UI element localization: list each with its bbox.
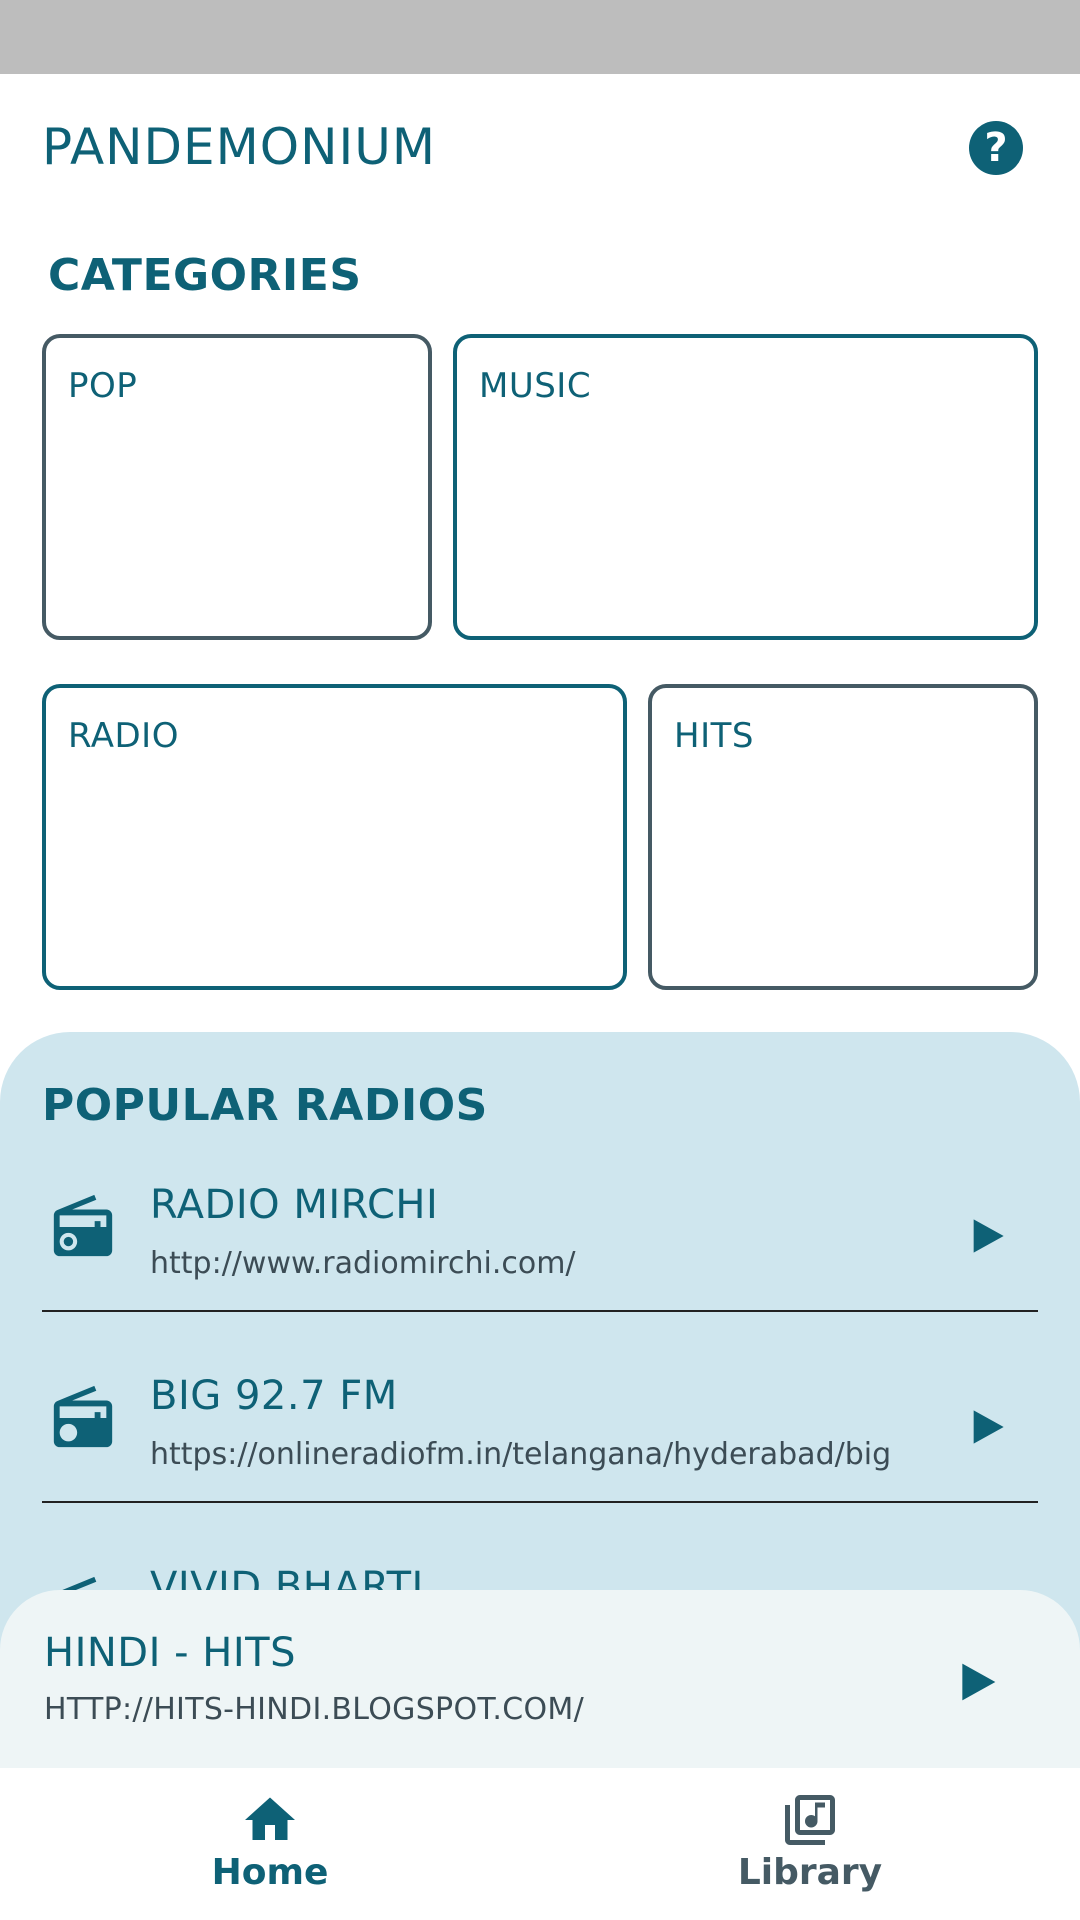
library-music-icon xyxy=(785,1795,835,1845)
radio-icon xyxy=(53,1194,113,1257)
nav-home[interactable]: Home xyxy=(120,1768,420,1920)
radio-url: http://www.radiomirchi.com/ xyxy=(150,1246,576,1281)
categories-heading: CATEGORIES xyxy=(48,250,362,301)
radio-list-item[interactable]: BIG 92.7 FM https://onlineradiofm.in/tel… xyxy=(42,1357,1038,1547)
radio-icon xyxy=(53,1385,113,1448)
bottom-navigation: Home Library xyxy=(0,1768,1080,1920)
play-icon[interactable] xyxy=(967,1216,1007,1256)
radio-name: BIG 92.7 FM xyxy=(150,1373,398,1419)
category-card-radio[interactable]: RADIO xyxy=(42,684,627,990)
popular-radios-heading: POPULAR RADIOS xyxy=(42,1080,488,1131)
row-divider xyxy=(42,1501,1038,1503)
radio-url: https://onlineradiofm.in/telangana/hyder… xyxy=(150,1437,892,1472)
category-label: MUSIC xyxy=(479,366,592,406)
radio-list-item[interactable]: RADIO MIRCHI http://www.radiomirchi.com/ xyxy=(42,1166,1038,1356)
category-label: RADIO xyxy=(68,716,179,756)
category-label: POP xyxy=(68,366,138,406)
nav-label: Library xyxy=(737,1852,883,1893)
play-icon[interactable] xyxy=(955,1660,999,1704)
now-playing-bar[interactable]: HINDI - HITS HTTP://HITS-HINDI.BLOGSPOT.… xyxy=(0,1590,1080,1780)
nav-library[interactable]: Library xyxy=(660,1768,960,1920)
category-card-music[interactable]: MUSIC xyxy=(453,334,1038,640)
category-card-hits[interactable]: HITS xyxy=(648,684,1038,990)
radio-name: RADIO MIRCHI xyxy=(150,1182,439,1228)
now-playing-title: HINDI - HITS xyxy=(44,1630,296,1676)
category-label: HITS xyxy=(674,716,754,756)
now-playing-url: HTTP://HITS-HINDI.BLOGSPOT.COM/ xyxy=(44,1692,585,1727)
help-icon[interactable]: ? xyxy=(969,121,1023,175)
row-divider xyxy=(42,1310,1038,1312)
nav-label: Home xyxy=(211,1852,329,1893)
play-icon[interactable] xyxy=(967,1407,1007,1447)
status-bar xyxy=(0,0,1080,74)
category-card-pop[interactable]: POP xyxy=(42,334,432,640)
home-icon xyxy=(245,1797,295,1840)
app-title: PANDEMONIUM xyxy=(42,118,437,176)
